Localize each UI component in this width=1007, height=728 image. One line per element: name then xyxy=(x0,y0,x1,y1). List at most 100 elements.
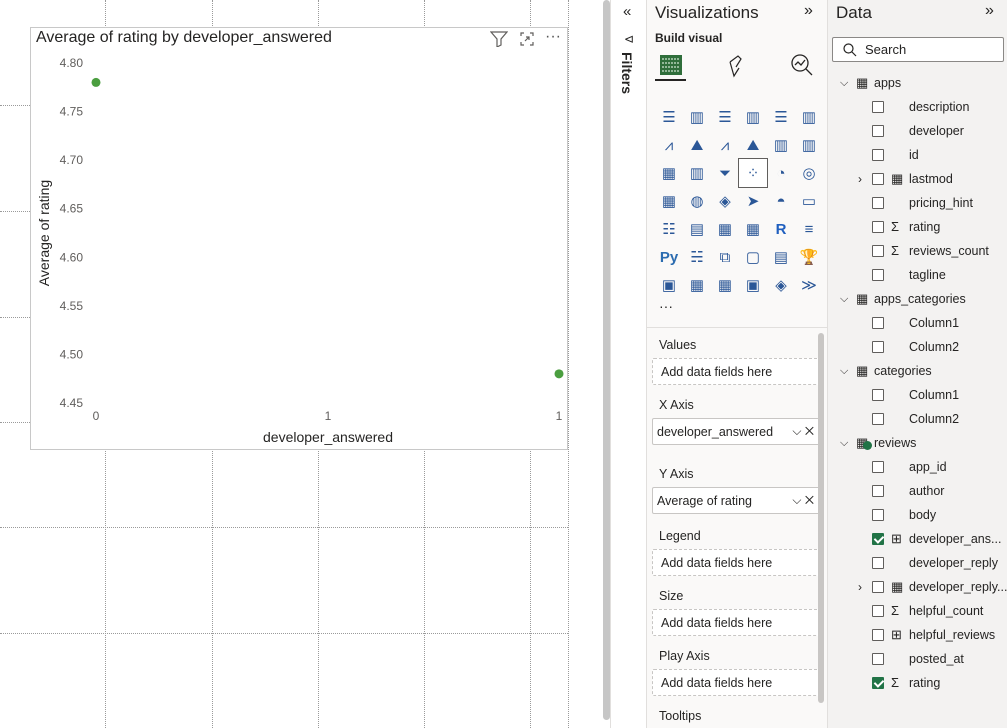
chevron-down-icon[interactable]: ⌵ xyxy=(840,71,848,95)
chevron-right-icon[interactable]: › xyxy=(858,575,862,599)
chevron-remove-icon[interactable]: ⌵ ✕ xyxy=(792,424,814,439)
field-checkbox[interactable] xyxy=(872,269,884,281)
visual-type-icon[interactable]: ▣ xyxy=(739,271,767,299)
filters-pane-collapsed[interactable]: « ⊲ Filters xyxy=(610,0,646,728)
field-checkbox[interactable] xyxy=(872,509,884,521)
visual-type-icon[interactable]: ☰ xyxy=(655,103,683,131)
expand-right-icon[interactable]: » xyxy=(804,2,813,20)
well-drop-zone[interactable]: Add data fields here xyxy=(652,549,820,576)
field-item[interactable]: ⊞ helpful_reviews xyxy=(828,623,1007,647)
visual-type-icon[interactable]: ◈ xyxy=(767,271,795,299)
visual-type-icon[interactable]: ⛰ xyxy=(739,131,767,159)
field-checkbox[interactable] xyxy=(872,653,884,665)
format-visual-tab[interactable] xyxy=(725,53,749,82)
visual-type-icon[interactable]: ☰ xyxy=(767,103,795,131)
field-item[interactable]: tagline xyxy=(828,263,1007,287)
field-checkbox[interactable] xyxy=(872,605,884,617)
field-item[interactable]: › ▦ developer_reply... xyxy=(828,575,1007,599)
field-checkbox[interactable] xyxy=(872,341,884,353)
table-node[interactable]: ⌵ ▦ apps_categories xyxy=(828,287,1007,311)
visual-type-icon[interactable]: ⧉ xyxy=(711,243,739,271)
field-item[interactable]: Column1 xyxy=(828,383,1007,407)
field-item[interactable]: description xyxy=(828,95,1007,119)
field-checkbox[interactable] xyxy=(872,485,884,497)
visual-type-icon[interactable]: ▦ xyxy=(655,159,683,187)
field-item[interactable]: › ▦ lastmod xyxy=(828,167,1007,191)
visual-type-icon[interactable]: ▦ xyxy=(739,215,767,243)
visual-type-icon[interactable]: ▦ xyxy=(711,271,739,299)
visual-type-icon[interactable]: ⏷ xyxy=(711,159,739,187)
visual-type-icon[interactable]: ⁘ xyxy=(738,158,768,188)
field-checkbox[interactable] xyxy=(872,221,884,233)
visual-type-icon[interactable]: ▤ xyxy=(683,215,711,243)
field-checkbox[interactable] xyxy=(872,101,884,113)
more-visuals-ellipsis[interactable]: ··· xyxy=(659,298,673,314)
chevron-remove-icon[interactable]: ⌵ ✕ xyxy=(792,493,814,508)
chevron-down-icon[interactable]: ⌵ xyxy=(840,431,848,455)
collapse-left-icon[interactable]: « xyxy=(623,3,631,20)
field-checkbox[interactable] xyxy=(872,245,884,257)
visual-type-icon[interactable]: Py xyxy=(655,243,683,271)
field-checkbox[interactable] xyxy=(872,581,884,593)
chevron-right-icon[interactable]: › xyxy=(858,167,862,191)
analytics-tab[interactable] xyxy=(790,53,814,80)
visual-type-icon[interactable]: ≫ xyxy=(795,271,823,299)
table-node[interactable]: ⌵ ▦ apps xyxy=(828,71,1007,95)
canvas-scrollbar[interactable] xyxy=(603,0,610,720)
field-checkbox[interactable] xyxy=(872,677,884,689)
field-item[interactable]: Column1 xyxy=(828,311,1007,335)
visual-type-icon[interactable]: ◔ xyxy=(767,159,795,187)
visual-type-icon[interactable]: ▢ xyxy=(739,243,767,271)
field-item[interactable]: Column2 xyxy=(828,335,1007,359)
visual-type-icon[interactable]: ⛰ xyxy=(683,131,711,159)
visual-type-icon[interactable]: ☷ xyxy=(655,215,683,243)
visual-type-icon[interactable]: ▥ xyxy=(683,103,711,131)
field-checkbox[interactable] xyxy=(872,533,884,545)
visual-type-icon[interactable]: ◎ xyxy=(795,159,823,187)
visual-type-icon[interactable]: ◓ xyxy=(767,187,795,215)
visual-type-icon[interactable]: ≡ xyxy=(795,215,823,243)
field-checkbox[interactable] xyxy=(872,461,884,473)
visual-type-icon[interactable]: ▦ xyxy=(683,271,711,299)
visual-type-icon[interactable]: ▥ xyxy=(795,103,823,131)
visual-type-icon[interactable]: R xyxy=(767,215,795,243)
visual-type-icon[interactable]: ▥ xyxy=(739,103,767,131)
visual-type-icon[interactable]: 🏆 xyxy=(795,243,823,271)
field-item[interactable]: Σreviews_count xyxy=(828,239,1007,263)
well-drop-zone[interactable]: Add data fields here xyxy=(652,358,820,385)
field-item[interactable]: Σrating xyxy=(828,671,1007,695)
visual-type-icon[interactable]: ▦ xyxy=(711,215,739,243)
field-checkbox[interactable] xyxy=(872,629,884,641)
field-item[interactable]: Σrating xyxy=(828,215,1007,239)
visual-type-icon[interactable]: ▭ xyxy=(795,187,823,215)
field-item[interactable]: ⊞ developer_ans... xyxy=(828,527,1007,551)
field-checkbox[interactable] xyxy=(872,557,884,569)
field-item[interactable]: id xyxy=(828,143,1007,167)
field-checkbox[interactable] xyxy=(872,389,884,401)
visual-type-icon[interactable]: ▤ xyxy=(767,243,795,271)
well-drop-zone[interactable]: Add data fields here xyxy=(652,609,820,636)
field-checkbox[interactable] xyxy=(872,413,884,425)
field-item[interactable]: pricing_hint xyxy=(828,191,1007,215)
visual-type-icon[interactable]: ◍ xyxy=(683,187,711,215)
field-checkbox[interactable] xyxy=(872,317,884,329)
report-canvas[interactable]: Average of rating by developer_answered … xyxy=(0,0,600,728)
field-item[interactable]: app_id xyxy=(828,455,1007,479)
field-item[interactable]: Σhelpful_count xyxy=(828,599,1007,623)
chevron-down-icon[interactable]: ⌵ xyxy=(840,287,848,311)
visual-type-icon[interactable]: ▦ xyxy=(655,187,683,215)
visual-type-icon[interactable]: ◈ xyxy=(711,187,739,215)
field-item[interactable]: author xyxy=(828,479,1007,503)
field-item[interactable]: posted_at xyxy=(828,647,1007,671)
field-item[interactable]: body xyxy=(828,503,1007,527)
field-checkbox[interactable] xyxy=(872,125,884,137)
filters-label[interactable]: Filters xyxy=(619,52,635,94)
field-item[interactable]: Column2 xyxy=(828,407,1007,431)
well-field-chip[interactable]: Average of rating ⌵ ✕ xyxy=(652,487,820,514)
visualizations-scrollbar[interactable] xyxy=(818,333,824,703)
visual-type-icon[interactable]: ⩘ xyxy=(711,131,739,159)
visual-type-icon[interactable]: ☰ xyxy=(711,103,739,131)
build-visual-tab[interactable] xyxy=(655,50,686,81)
table-node[interactable]: ⌵ ▦ categories xyxy=(828,359,1007,383)
chevron-down-icon[interactable]: ⌵ xyxy=(840,359,848,383)
